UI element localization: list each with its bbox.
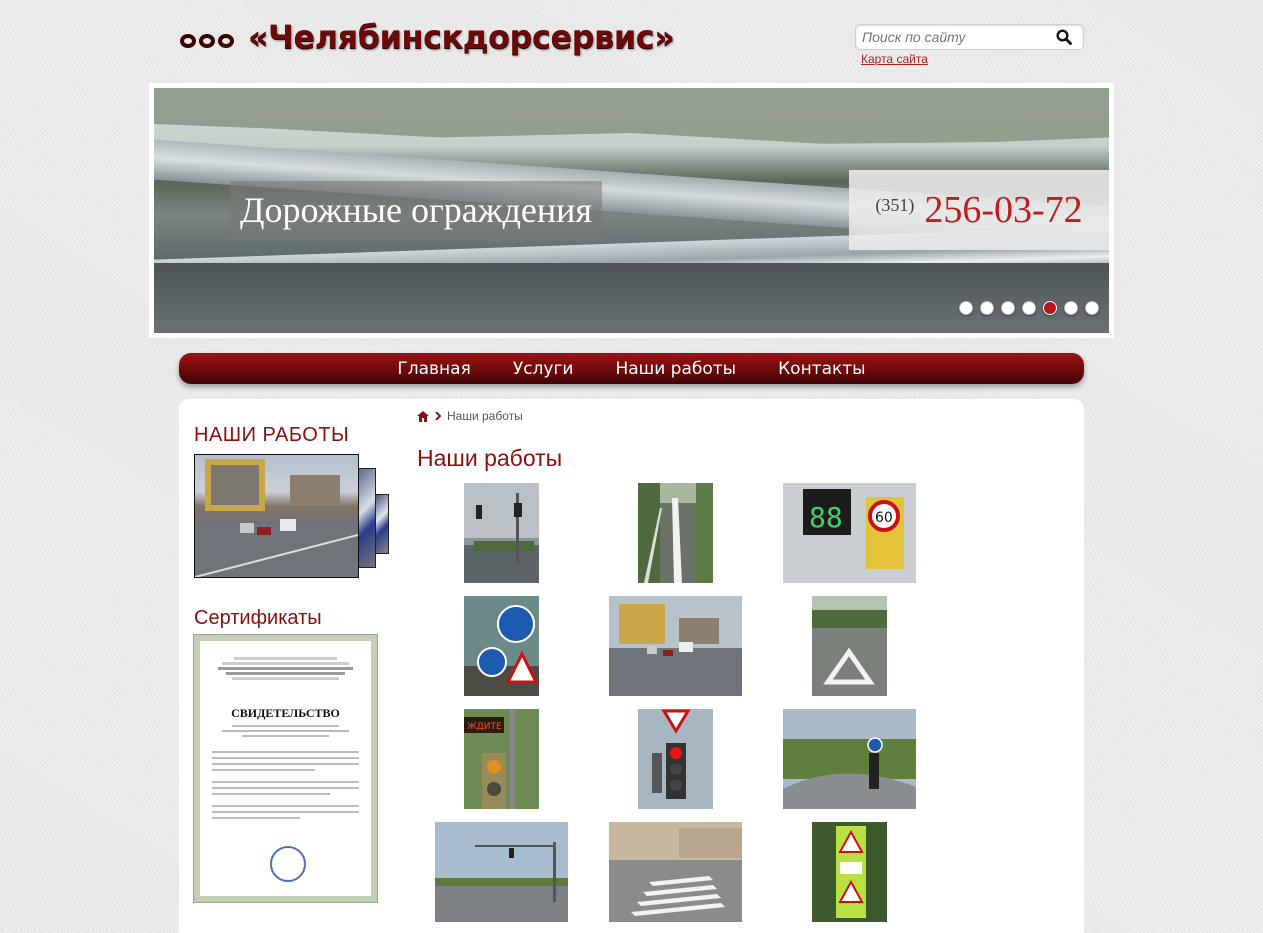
phone-code: (351) — [875, 194, 915, 215]
slider-pagination — [959, 301, 1099, 315]
slide-caption: Дорожные ограждения — [230, 181, 602, 241]
gallery-thumb-zebra-crossing[interactable] — [609, 822, 742, 922]
svg-text:88: 88 — [809, 501, 843, 534]
content-panel: НАШИ РАБОТЫ Сертификаты СВИДЕТЕЛЬСТВО На… — [179, 399, 1084, 933]
gallery-thumb-speed-display[interactable]: 88 60 — [783, 483, 916, 583]
slider-dot[interactable] — [980, 301, 994, 315]
nav-contacts[interactable]: Контакты — [778, 359, 866, 379]
certificate-heading: СВИДЕТЕЛЬСТВО — [231, 706, 340, 720]
home-icon[interactable] — [417, 410, 429, 422]
search-button[interactable] — [1051, 25, 1077, 49]
nav-home[interactable]: Главная — [397, 359, 470, 379]
gallery-thumb-traffic-light[interactable] — [464, 483, 539, 583]
sidebar-certs-title: Сертификаты — [194, 607, 322, 629]
phone-banner: (351) 256-03-72 — [849, 170, 1109, 250]
slider-dot[interactable] — [1022, 301, 1036, 315]
page-title: Наши работы — [417, 445, 563, 471]
gallery-thumb-red-traffic-light[interactable] — [638, 709, 713, 809]
gallery-thumb-city-crossroad[interactable] — [609, 596, 742, 696]
slider-dot-active[interactable] — [1043, 301, 1057, 315]
logo-company-name: «Челябинскдорсервис» — [248, 18, 675, 56]
works-photo-stack[interactable] — [194, 454, 390, 579]
certificate-image[interactable]: СВИДЕТЕЛЬСТВО — [193, 634, 378, 903]
nav-our-works[interactable]: Наши работы — [615, 359, 736, 379]
breadcrumb-current: Наши работы — [447, 409, 523, 423]
gallery-thumb-highway-lights[interactable] — [435, 822, 568, 922]
nav-services[interactable]: Услуги — [513, 359, 574, 379]
gallery-thumb-road-markings[interactable] — [638, 483, 713, 583]
logo-ooo-mark — [180, 34, 234, 48]
gallery-thumb-warning-signs[interactable] — [812, 822, 887, 922]
svg-text:60: 60 — [875, 510, 893, 526]
sitemap-link[interactable]: Карта сайта — [861, 52, 928, 66]
svg-text:ЖДИТЕ: ЖДИТЕ — [467, 722, 502, 732]
search-icon — [1056, 29, 1072, 45]
breadcrumb: Наши работы — [417, 409, 523, 423]
slider-dot[interactable] — [1064, 301, 1078, 315]
gallery-thumb-pedestrian-signal[interactable]: ЖДИТЕ — [464, 709, 539, 809]
phone-number: 256-03-72 — [924, 189, 1083, 231]
works-preview-photo — [194, 454, 359, 578]
gallery-thumb-road-triangle-marking[interactable] — [812, 596, 887, 696]
chevron-right-icon — [435, 412, 441, 420]
gallery-thumb-curve-road[interactable] — [783, 709, 916, 809]
slide-image: Дорожные ограждения (351) 256-03-72 — [154, 88, 1109, 333]
main-nav: Главная Услуги Наши работы Контакты — [179, 353, 1084, 384]
slider-dot[interactable] — [1001, 301, 1015, 315]
site-logo[interactable]: «Челябинскдорсервис» — [180, 18, 675, 56]
sidebar-works-title: НАШИ РАБОТЫ — [194, 424, 350, 446]
hero-slider: Дорожные ограждения (351) 256-03-72 — [149, 83, 1114, 338]
search-box — [855, 24, 1084, 50]
slider-dot[interactable] — [1085, 301, 1099, 315]
search-input[interactable] — [856, 29, 1051, 45]
slider-dot[interactable] — [959, 301, 973, 315]
gallery-thumb-road-signs[interactable] — [464, 596, 539, 696]
